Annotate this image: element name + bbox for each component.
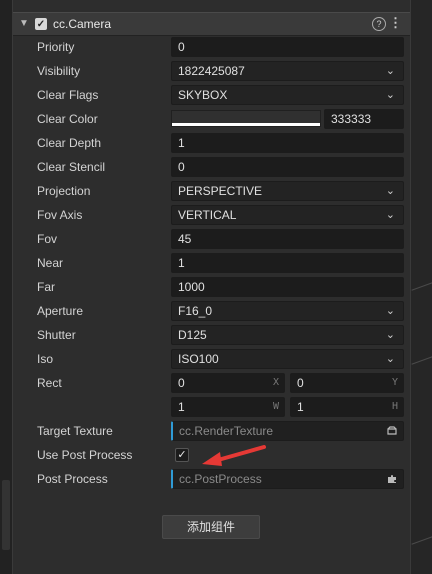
clear-flags-select[interactable]: SKYBOX ⌄ [171,85,404,105]
clear-color-hex-input[interactable]: 333333 [324,109,404,129]
component-enabled-checkbox[interactable]: ✓ [35,18,47,30]
visibility-select[interactable]: 1822425087 ⌄ [171,61,404,81]
row-rect-size: 1 W 1 H [13,395,410,419]
chevron-down-icon: ⌄ [385,209,395,221]
rect-h-input[interactable]: 1 H [290,397,404,417]
fov-axis-select[interactable]: VERTICAL ⌄ [171,205,404,225]
scene-line [411,356,432,365]
rect-label: Rect [37,376,62,390]
chevron-down-icon: ⌄ [385,353,395,365]
projection-value: PERSPECTIVE [178,184,263,198]
row-priority: Priority 0 [13,35,410,59]
folder-icon[interactable] [387,426,397,435]
chevron-down-icon: ⌄ [385,185,395,197]
clear-stencil-label: Clear Stencil [37,160,106,174]
annotation-arrow-icon [202,445,266,466]
rect-y-value: 0 [297,376,304,390]
near-input[interactable]: 1 [171,253,404,273]
row-clear-color: Clear Color 333333 [13,107,410,131]
aperture-value: F16_0 [178,304,213,318]
collapse-chevron-icon[interactable]: ▼ [19,19,29,29]
clear-flags-value: SKYBOX [178,88,228,102]
projection-label: Projection [37,184,91,198]
scene-line [411,536,432,545]
target-texture-placeholder: cc.RenderTexture [179,424,274,438]
iso-select[interactable]: ISO100 ⌄ [171,349,404,369]
rect-w-value: 1 [178,400,185,414]
row-clear-flags: Clear Flags SKYBOX ⌄ [13,83,410,107]
row-projection: Projection PERSPECTIVE ⌄ [13,179,410,203]
row-aperture: Aperture F16_0 ⌄ [13,299,410,323]
visibility-label: Visibility [37,64,81,78]
aperture-label: Aperture [37,304,84,318]
far-input[interactable]: 1000 [171,277,404,297]
color-swatch[interactable] [171,110,321,127]
far-label: Far [37,280,55,294]
target-texture-asset-field[interactable]: cc.RenderTexture [171,421,404,441]
chevron-down-icon: ⌄ [385,89,395,101]
color-swatch-bar [172,123,320,126]
scroll-strip[interactable] [2,480,10,550]
left-panel-edge [0,0,13,574]
puzzle-icon[interactable] [387,474,397,483]
priority-input[interactable]: 0 [171,37,404,57]
iso-value: ISO100 [178,352,219,366]
fov-label: Fov [37,232,58,246]
visibility-value: 1822425087 [178,64,245,78]
h-axis-marker: H [391,401,398,412]
chevron-down-icon: ⌄ [385,305,395,317]
rect-x-value: 0 [178,376,185,390]
w-axis-marker: W [272,401,279,412]
chevron-down-icon: ⌄ [385,65,395,77]
row-shutter: Shutter D125 ⌄ [13,323,410,347]
fov-axis-value: VERTICAL [178,208,237,222]
use-post-process-checkbox[interactable]: ✓ [175,448,189,462]
row-target-texture: Target Texture cc.RenderTexture [13,419,410,443]
shutter-label: Shutter [37,328,76,342]
projection-select[interactable]: PERSPECTIVE ⌄ [171,181,404,201]
priority-label: Priority [37,40,75,54]
component-header[interactable]: ▼ ✓ cc.Camera ? ⋮ [13,12,410,36]
right-panel-edge [410,0,432,574]
component-title: cc.Camera [53,17,112,31]
add-component-button[interactable]: 添加组件 [162,515,260,539]
target-texture-label: Target Texture [37,424,113,438]
row-clear-stencil: Clear Stencil 0 [13,155,410,179]
fov-input[interactable]: 45 [171,229,404,249]
x-axis-marker: X [272,377,279,388]
help-icon[interactable]: ? [372,17,386,31]
rect-h-value: 1 [297,400,304,414]
post-process-placeholder: cc.PostProcess [179,472,262,486]
row-clear-depth: Clear Depth 1 [13,131,410,155]
chevron-down-icon: ⌄ [385,329,395,341]
fov-axis-label: Fov Axis [37,208,83,222]
clear-flags-label: Clear Flags [37,88,99,102]
shutter-select[interactable]: D125 ⌄ [171,325,404,345]
clear-color-label: Clear Color [37,112,98,126]
more-options-icon[interactable]: ⋮ [389,15,402,31]
row-near: Near 1 [13,251,410,275]
iso-label: Iso [37,352,54,366]
clear-depth-label: Clear Depth [37,136,102,150]
row-far: Far 1000 [13,275,410,299]
rect-y-input[interactable]: 0 Y [290,373,404,393]
near-label: Near [37,256,64,270]
rect-w-input[interactable]: 1 W [171,397,285,417]
row-fov-axis: Fov Axis VERTICAL ⌄ [13,203,410,227]
aperture-select[interactable]: F16_0 ⌄ [171,301,404,321]
rect-x-input[interactable]: 0 X [171,373,285,393]
row-fov: Fov 45 [13,227,410,251]
clear-stencil-input[interactable]: 0 [171,157,404,177]
shutter-value: D125 [178,328,207,342]
scene-line [411,282,432,291]
y-axis-marker: Y [391,377,398,388]
row-visibility: Visibility 1822425087 ⌄ [13,59,410,83]
row-rect: Rect 0 X 0 Y [13,371,410,395]
clear-depth-input[interactable]: 1 [171,133,404,153]
post-process-asset-field[interactable]: cc.PostProcess [171,469,404,489]
use-post-process-label: Use Post Process [37,448,133,462]
post-process-label: Post Process [37,472,108,486]
row-iso: Iso ISO100 ⌄ [13,347,410,371]
